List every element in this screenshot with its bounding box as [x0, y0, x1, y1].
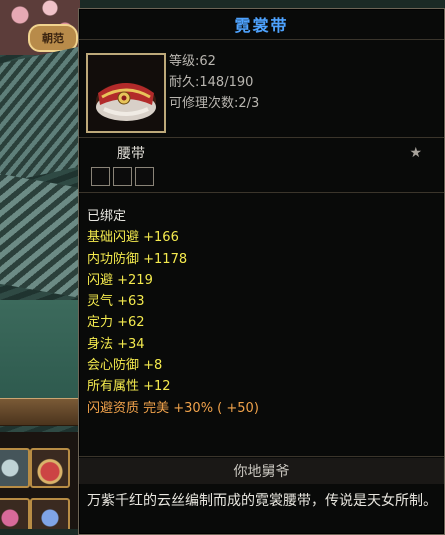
inventory-slot[interactable] — [30, 498, 70, 529]
divider — [79, 456, 444, 457]
attribute-list: 已绑定 基础闪避 +166 内功防御 +1178 闪避 +219 灵气 +63 … — [87, 206, 259, 419]
attribute-line: 所有属性 +12 — [87, 379, 171, 395]
gem-socket[interactable] — [113, 167, 132, 186]
attribute-line: 定力 +62 — [87, 315, 145, 331]
inventory-slot[interactable] — [0, 448, 30, 488]
item-icon-frame — [86, 53, 166, 133]
attribute-line: 会心防御 +8 — [87, 358, 163, 374]
bound-status: 已绑定 — [87, 209, 127, 224]
attribute-line: 内功防御 +1178 — [87, 251, 188, 267]
attribute-line: 灵气 +63 — [87, 294, 145, 310]
item-name: 霓裳带 — [79, 9, 444, 40]
skill-bar — [0, 398, 80, 426]
repair-count-text: 可修理次数:2/3 — [169, 96, 260, 111]
socket-row — [91, 167, 154, 186]
attribute-line: 身法 +34 — [87, 336, 145, 352]
star-icon: ★ — [409, 145, 422, 161]
divider — [79, 192, 444, 193]
inventory-slot[interactable] — [0, 498, 30, 529]
ground — [0, 300, 80, 400]
roof-tiles — [0, 44, 80, 186]
item-source: 你地舅爷 — [79, 458, 444, 484]
level-text: 等级:62 — [169, 54, 216, 69]
game-scene-background: 朝范 — [0, 0, 80, 529]
item-type: 腰带 — [117, 146, 145, 162]
item-description: 万紫千红的云丝编制而成的霓裳腰带，传说是天女所制。 — [87, 493, 437, 509]
gem-socket[interactable] — [91, 167, 110, 186]
inventory-slots — [0, 432, 80, 529]
inventory-slot-selected[interactable] — [30, 448, 70, 488]
attribute-line: 基础闪避 +166 — [87, 230, 179, 246]
attribute-line: 闪避 +219 — [87, 272, 153, 288]
roof-tiles — [0, 170, 80, 300]
durability-text: 耐久:148/190 — [169, 75, 254, 90]
quality-line: 闪避资质 完美 +30% ( +50) — [87, 400, 259, 416]
item-stats: 等级:62 耐久:148/190 可修理次数:2/3 — [169, 51, 259, 114]
item-tooltip: 霓裳带 等级:62 耐久:148/190 可修理次数:2/3 腰带 ★ 已绑定 … — [78, 8, 445, 535]
belt-icon — [96, 83, 156, 121]
gem-socket[interactable] — [135, 167, 154, 186]
divider — [79, 137, 444, 138]
